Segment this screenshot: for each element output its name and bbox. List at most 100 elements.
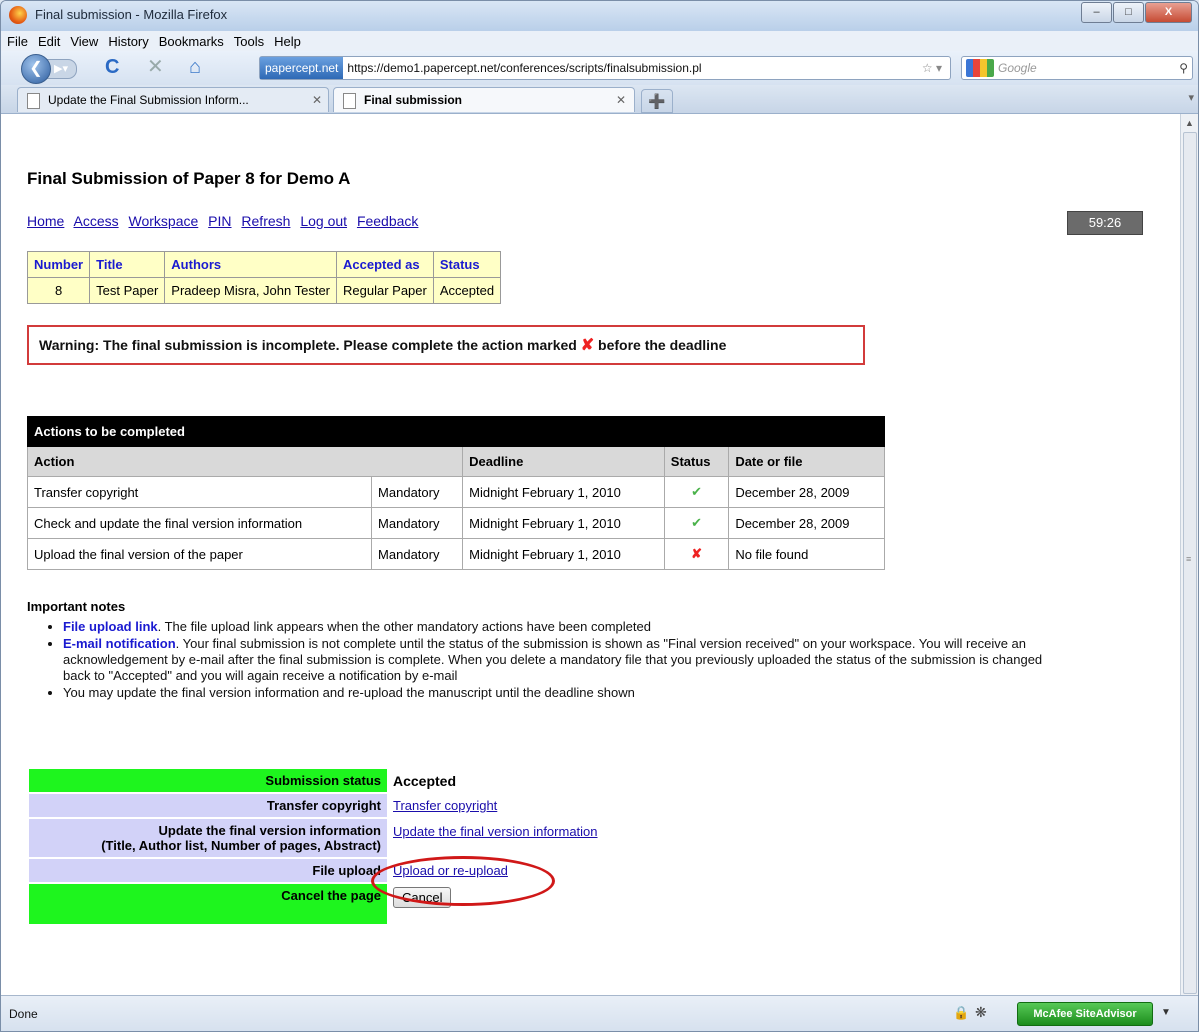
link-log-out[interactable]: Log out	[300, 213, 347, 229]
header-title: Title	[89, 251, 166, 278]
warning-text: Warning: The final submission is incompl…	[39, 337, 577, 353]
actions-table: Actions to be completed Action Deadline …	[26, 416, 885, 570]
new-tab-button[interactable]: ➕	[641, 89, 673, 113]
note-text: . The file upload link appears when the …	[157, 619, 651, 634]
tab-close-icon[interactable]: ✕	[312, 88, 322, 113]
list-item: File upload link. The file upload link a…	[63, 619, 1073, 635]
menu-view[interactable]: View	[70, 34, 98, 49]
menu-history[interactable]: History	[108, 34, 148, 49]
lock-icon[interactable]: 🔒	[953, 1005, 969, 1021]
google-icon[interactable]	[966, 59, 994, 77]
submission-status-table: Submission status Accepted Transfer copy…	[29, 769, 604, 926]
tab-label: Final submission	[364, 93, 463, 107]
page-nav-links: Home Access Workspace PIN Refresh Log ou…	[27, 213, 424, 229]
important-notes-heading: Important notes	[27, 599, 126, 614]
vertical-scrollbar[interactable]: ▲ ≡	[1180, 114, 1198, 995]
tab-update-final-submission[interactable]: Update the Final Submission Inform... ✕	[17, 87, 329, 112]
close-button[interactable]: X	[1145, 2, 1192, 23]
stop-icon[interactable]: ✕	[147, 56, 164, 78]
table-header-row: Number Title Authors Accepted as Status	[26, 251, 502, 278]
link-refresh[interactable]: Refresh	[241, 213, 290, 229]
cell-status: Accepted	[432, 277, 502, 304]
page-icon	[343, 93, 356, 109]
link-access[interactable]: Access	[73, 213, 118, 229]
list-item: E-mail notification. Your final submissi…	[63, 636, 1073, 684]
scroll-up-icon[interactable]: ▲	[1185, 118, 1194, 128]
table-row: Check and update the final version infor…	[26, 507, 885, 539]
link-pin[interactable]: PIN	[208, 213, 231, 229]
transfer-copyright-link[interactable]: Transfer copyright	[393, 798, 497, 813]
site-identity-button[interactable]: papercept.net	[260, 57, 344, 79]
search-box[interactable]: Google ⚲	[961, 56, 1193, 80]
page-icon	[27, 93, 40, 109]
important-notes-list: File upload link. The file upload link a…	[49, 619, 1073, 702]
cell-action: Upload the final version of the paper	[26, 538, 373, 570]
search-icon[interactable]: ⚲	[1179, 57, 1188, 79]
red-x-icon: ✘	[580, 337, 595, 354]
table-row: 8 Test Paper Pradeep Misra, John Tester …	[26, 277, 502, 304]
navigation-bar: ▶▾ ❮ C ✕ ⌂ papercept.net https://demo1.pa…	[1, 51, 1198, 85]
note-text: . Your final submission is not complete …	[63, 636, 1043, 683]
tab-label: Update the Final Submission Inform...	[48, 93, 249, 107]
table-row: Transfer copyright Transfer copyright	[29, 793, 604, 819]
actions-caption: Actions to be completed	[27, 416, 885, 447]
header-status: Status	[663, 446, 730, 477]
bookmark-star-icon[interactable]: ☆ ▾	[922, 57, 942, 79]
menu-tools[interactable]: Tools	[234, 34, 264, 49]
title-bar: Final submission - Mozilla Firefox – □ X	[1, 1, 1198, 31]
cell-authors: Pradeep Misra, John Tester	[164, 277, 338, 304]
header-deadline: Deadline	[462, 446, 665, 477]
table-header-row: Action Deadline Status Date or file	[26, 446, 885, 477]
note-label: E-mail notification	[63, 636, 176, 651]
maximize-button[interactable]: □	[1113, 2, 1144, 23]
chevron-down-icon[interactable]: ▼	[1161, 1007, 1171, 1018]
addon-bug-icon[interactable]: ❋	[975, 1004, 987, 1021]
menu-bookmarks[interactable]: Bookmarks	[159, 34, 224, 49]
minimize-button[interactable]: –	[1081, 2, 1112, 23]
cancel-button[interactable]: Cancel	[393, 887, 452, 908]
status-bar: Done 🔒 ❋ McAfee SiteAdvisor ▼	[1, 995, 1198, 1031]
tab-list-icon[interactable]: ▾	[1188, 91, 1194, 104]
cell-accepted-as: Regular Paper	[336, 277, 434, 304]
menu-file[interactable]: File	[7, 34, 28, 49]
note-text: You may update the final version informa…	[63, 685, 635, 700]
link-feedback[interactable]: Feedback	[357, 213, 418, 229]
reload-icon[interactable]: C	[105, 56, 119, 78]
mcafee-siteadvisor-button[interactable]: McAfee SiteAdvisor	[1017, 1002, 1153, 1026]
cell-deadline: Midnight February 1, 2010	[462, 507, 665, 539]
file-upload-label: File upload	[29, 858, 387, 884]
menu-help[interactable]: Help	[274, 34, 301, 49]
browser-window: Final submission - Mozilla Firefox – □ X…	[0, 0, 1199, 1032]
status-text: Done	[9, 1007, 38, 1021]
cell-number: 8	[26, 277, 91, 304]
cell-date: No file found	[728, 538, 885, 570]
back-button[interactable]: ❮	[21, 54, 51, 84]
table-row: Transfer copyright Mandatory Midnight Fe…	[26, 476, 885, 508]
cell-deadline: Midnight February 1, 2010	[462, 476, 665, 508]
link-workspace[interactable]: Workspace	[129, 213, 199, 229]
url-text: https://demo1.papercept.net/conferences/…	[347, 61, 702, 75]
update-info-subtitle: (Title, Author list, Number of pages, Ab…	[101, 838, 381, 853]
menu-edit[interactable]: Edit	[38, 34, 60, 49]
update-info-link[interactable]: Update the final version information	[393, 824, 598, 839]
cell-deadline: Midnight February 1, 2010	[462, 538, 665, 570]
red-x-icon: ✘	[663, 538, 730, 570]
cell-type: Mandatory	[371, 538, 464, 570]
menu-bar: File Edit View History Bookmarks Tools H…	[1, 31, 1198, 51]
table-row: Update the final version information (Ti…	[29, 818, 604, 859]
cell-date: December 28, 2009	[728, 476, 885, 508]
link-home[interactable]: Home	[27, 213, 64, 229]
transfer-copyright-label: Transfer copyright	[29, 793, 387, 819]
url-bar[interactable]: papercept.net https://demo1.papercept.net…	[259, 56, 951, 80]
page-title: Final Submission of Paper 8 for Demo A	[27, 169, 351, 188]
firefox-logo-icon	[9, 6, 27, 24]
header-accepted-as: Accepted as	[336, 251, 434, 278]
cell-action: Transfer copyright	[26, 476, 373, 508]
home-icon[interactable]: ⌂	[189, 56, 201, 78]
tab-final-submission[interactable]: Final submission ✕	[333, 87, 635, 112]
submission-status-value: Accepted	[393, 773, 457, 789]
tab-close-icon[interactable]: ✕	[616, 88, 626, 113]
upload-link[interactable]: Upload or re-upload	[393, 863, 508, 878]
window-title: Final submission - Mozilla Firefox	[35, 7, 228, 22]
list-item: You may update the final version informa…	[63, 685, 1073, 701]
